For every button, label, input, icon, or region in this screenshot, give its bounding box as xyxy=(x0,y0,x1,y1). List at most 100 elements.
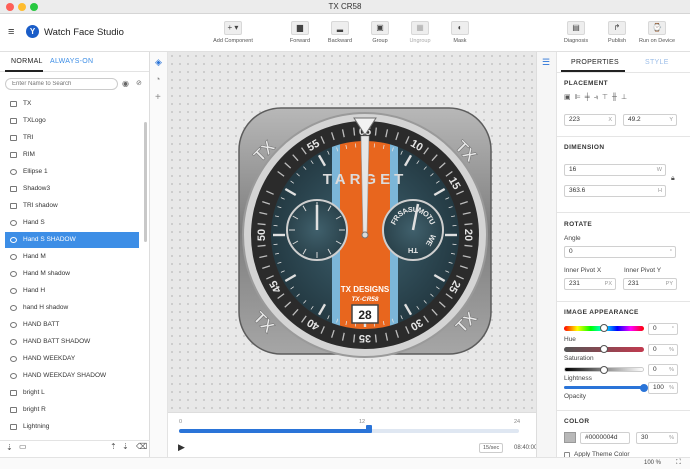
tab-normal[interactable]: NORMAL xyxy=(11,58,43,65)
aspect-lock-icon[interactable]: 🔒︎ xyxy=(671,175,675,183)
layer-item[interactable]: TX xyxy=(5,96,139,112)
clock-icon xyxy=(10,271,17,277)
position-x-field[interactable]: 223 X xyxy=(564,114,616,126)
align-left-icon[interactable]: ⊫ xyxy=(575,94,585,101)
saturation-slider[interactable] xyxy=(564,345,644,353)
position-y-field[interactable]: 49.2 Y xyxy=(623,114,677,126)
fit-screen-icon[interactable]: ⛶ xyxy=(676,459,681,467)
saturation-label: Saturation xyxy=(564,355,594,362)
layer-list: TX TXLogo TRI RIM Ellipse 1 Shadow3 TRI shadow… xyxy=(0,96,150,434)
layer-item[interactable]: HAND WEEKDAY xyxy=(5,351,139,367)
layer-item[interactable]: RIM xyxy=(5,147,139,163)
layer-item-label: hand H shadow xyxy=(23,304,69,311)
run-on-device-button[interactable]: ⌚ Run on Device xyxy=(635,21,679,44)
rotate-title: ROTATE xyxy=(564,221,593,228)
layer-item[interactable]: Lightning xyxy=(5,419,139,434)
layer-item[interactable]: TXLogo xyxy=(5,113,139,129)
speed-select[interactable]: 15/sec xyxy=(479,443,504,453)
align-vcenter-icon[interactable]: ╫ xyxy=(612,94,621,101)
group-button[interactable]: ▣ Group xyxy=(358,21,402,44)
watch-face-preview[interactable]: 5505101520253035404550 TARGET FRSASUMOTU… xyxy=(168,52,536,412)
subtitle-2: TX-CR58 xyxy=(351,296,378,303)
diagnosis-button[interactable]: ▤ Diagnosis xyxy=(554,21,598,44)
layer-item-label: Lightning xyxy=(23,423,50,430)
lightness-field[interactable]: 0% xyxy=(648,364,678,376)
forward-button[interactable]: ▆ Forward xyxy=(278,21,322,44)
tab-always-on[interactable]: ALWAYS-ON xyxy=(50,58,93,65)
layer-item[interactable]: hand H shadow xyxy=(5,300,139,316)
layer-item[interactable]: bright R xyxy=(5,402,139,418)
layer-item[interactable]: Hand M xyxy=(5,249,139,265)
image-icon xyxy=(10,101,17,107)
angle-field[interactable]: 0 ° xyxy=(564,246,676,258)
layer-item[interactable]: HAND WEEKDAY SHADOW xyxy=(5,368,139,384)
layer-item[interactable]: Hand S SHADOW xyxy=(5,232,139,248)
opacity-slider[interactable] xyxy=(564,384,648,392)
divider xyxy=(557,72,690,73)
height-field[interactable]: 363.6 H xyxy=(564,185,666,197)
hue-slider[interactable] xyxy=(564,324,644,332)
backward-button[interactable]: ▂ Backward xyxy=(318,21,362,44)
add-component-button[interactable]: + ▾ Add Component xyxy=(211,21,255,44)
add-icon[interactable]: + xyxy=(155,92,161,103)
hue-field[interactable]: 0 ° xyxy=(648,323,678,335)
opacity-slider-knob[interactable] xyxy=(640,384,648,392)
layer-item[interactable]: Ellipse 1 xyxy=(5,164,139,180)
move-down-icon[interactable]: ⇣ xyxy=(122,442,129,451)
timeline-track[interactable] xyxy=(179,425,519,433)
align-center-icon[interactable]: ▣ xyxy=(564,94,575,101)
tab-properties[interactable]: PROPERTIES xyxy=(571,59,619,66)
layer-item[interactable]: TRI xyxy=(5,130,139,146)
layer-scrollbar[interactable] xyxy=(144,122,147,242)
color-hex-field[interactable]: #0000004d xyxy=(580,432,630,444)
align-right-icon[interactable]: ⫣ xyxy=(594,94,602,101)
delete-icon[interactable]: ⌫ xyxy=(136,442,147,451)
width-field[interactable]: 16 W xyxy=(564,164,666,176)
color-alpha-field[interactable]: 30% xyxy=(636,432,678,444)
layer-item[interactable]: Hand M shadow xyxy=(5,266,139,282)
saturation-field[interactable]: 0% xyxy=(648,344,678,356)
align-hcenter-icon[interactable]: ╪ xyxy=(585,94,594,101)
color-swatch[interactable] xyxy=(564,432,576,443)
layer-item[interactable]: Hand S xyxy=(5,215,139,231)
bezel-tick xyxy=(257,244,266,247)
layer-item[interactable]: Hand H xyxy=(5,283,139,299)
zoom-level[interactable]: 100 % xyxy=(644,460,661,466)
opacity-field[interactable]: 100% xyxy=(648,382,678,394)
move-up-icon[interactable]: ⇡ xyxy=(110,442,117,451)
align-icons-row: ▣⊫╪⫣⊤╫⊥ xyxy=(564,93,688,102)
folder-icon[interactable]: ▭ xyxy=(19,442,27,451)
mask-button[interactable]: ◐ Mask xyxy=(438,21,482,44)
align-bottom-icon[interactable]: ⊥ xyxy=(621,94,631,101)
layer-item[interactable]: HAND BATT xyxy=(5,317,139,333)
tab-style[interactable]: STYLE xyxy=(645,59,669,66)
lock-icon[interactable]: ⊘ xyxy=(136,79,142,87)
image-icon xyxy=(10,152,17,158)
lightness-slider-knob[interactable] xyxy=(600,366,608,374)
sliders-icon[interactable]: ☰ xyxy=(542,57,550,68)
divider xyxy=(557,301,690,302)
layer-item[interactable]: HAND BATT SHADOW xyxy=(5,334,139,350)
divider xyxy=(557,136,690,137)
visibility-icon[interactable]: ◉ xyxy=(122,79,129,88)
layer-item[interactable]: bright L xyxy=(5,385,139,401)
timeline-playhead[interactable] xyxy=(366,425,373,433)
layers-icon[interactable]: ◈ xyxy=(155,57,162,68)
inner-pivot-y-field[interactable]: 231 PY xyxy=(623,278,677,290)
menu-icon[interactable]: ≡ xyxy=(8,27,14,38)
layer-item[interactable]: Shadow3 xyxy=(5,181,139,197)
layer-search-input[interactable] xyxy=(5,78,118,90)
canvas[interactable]: 5505101520253035404550 TARGET FRSASUMOTU… xyxy=(168,52,536,412)
inner-pivot-x-field[interactable]: 231 PX xyxy=(564,278,616,290)
hue-slider-knob[interactable] xyxy=(600,324,608,332)
lightness-slider[interactable] xyxy=(564,366,644,374)
play-icon[interactable]: ▶ xyxy=(178,442,185,453)
layer-item[interactable]: TRI shadow xyxy=(5,198,139,214)
align-top-icon[interactable]: ⊤ xyxy=(602,94,612,101)
preview-icon[interactable]: ◔ xyxy=(155,74,160,84)
ungroup-button[interactable]: ▦ Ungroup xyxy=(398,21,442,44)
bezel-number: 35 xyxy=(359,332,371,344)
publish-button[interactable]: ↱ Publish xyxy=(595,21,639,44)
add-layer-icon[interactable]: ⇣ xyxy=(6,443,13,452)
saturation-slider-knob[interactable] xyxy=(600,345,608,353)
